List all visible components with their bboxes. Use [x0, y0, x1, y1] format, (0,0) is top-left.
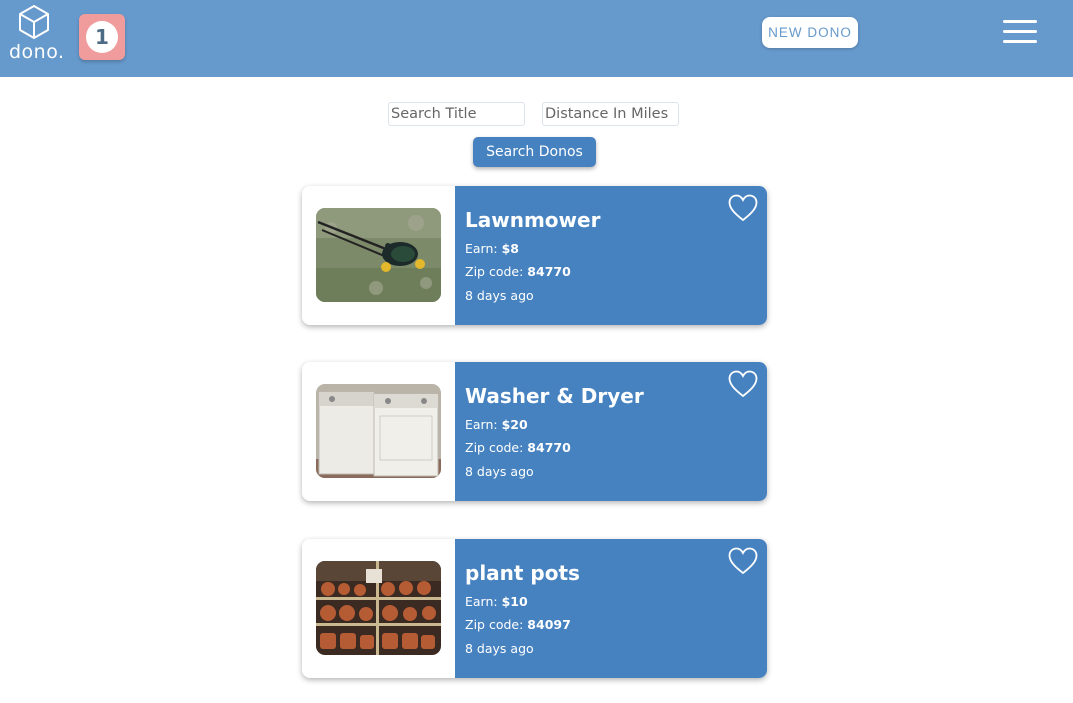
notification-badge[interactable]: 1 [79, 14, 125, 60]
box-icon [19, 5, 49, 39]
dono-earn: Earn: $8 [465, 241, 519, 256]
dono-title: plant pots [465, 561, 580, 585]
notification-count: 1 [86, 21, 118, 53]
zip-value: 84770 [527, 440, 571, 455]
earn-label: Earn: [465, 417, 498, 432]
dono-zip: Zip code: 84097 [465, 617, 571, 632]
search-title-input[interactable] [388, 102, 525, 126]
new-dono-button[interactable]: NEW DONO [762, 17, 858, 48]
dono-photo-washer-dryer[interactable] [316, 384, 441, 478]
dono-details: plant pots Earn: $10 Zip code: 84097 8 d… [455, 539, 767, 678]
earn-value: $8 [501, 241, 520, 256]
dono-card[interactable]: Lawnmower Earn: $8 Zip code: 84770 8 day… [302, 186, 767, 325]
menu-bar [1003, 30, 1037, 33]
top-nav-bar: dono. 1 NEW DONO [0, 0, 1073, 77]
zip-value: 84097 [527, 617, 571, 632]
heart-outline-icon[interactable] [728, 547, 758, 575]
heart-outline-icon[interactable] [728, 370, 758, 398]
heart-outline-icon[interactable] [728, 194, 758, 222]
dono-photo-plant-pots[interactable] [316, 561, 441, 655]
dono-earn: Earn: $20 [465, 417, 528, 432]
dono-photo-lawnmower[interactable] [316, 208, 441, 302]
zip-value: 84770 [527, 264, 571, 279]
zip-label: Zip code: [465, 264, 524, 279]
dono-age: 8 days ago [465, 464, 534, 479]
menu-bar [1003, 40, 1037, 43]
dono-zip: Zip code: 84770 [465, 440, 571, 455]
search-donos-button[interactable]: Search Donos [473, 137, 596, 167]
dono-age: 8 days ago [465, 641, 534, 656]
earn-value: $20 [501, 417, 528, 432]
menu-bar [1003, 20, 1037, 23]
logo-text: dono. [9, 41, 65, 63]
distance-miles-input[interactable] [542, 102, 679, 126]
hamburger-menu-icon[interactable] [1003, 20, 1038, 44]
zip-label: Zip code: [465, 617, 524, 632]
earn-value: $10 [501, 594, 528, 609]
earn-label: Earn: [465, 241, 498, 256]
dono-logo[interactable]: dono. [8, 4, 64, 64]
dono-zip: Zip code: 84770 [465, 264, 571, 279]
dono-title: Lawnmower [465, 208, 601, 232]
dono-details: Lawnmower Earn: $8 Zip code: 84770 8 day… [455, 186, 767, 325]
dono-card[interactable]: plant pots Earn: $10 Zip code: 84097 8 d… [302, 539, 767, 678]
dono-details: Washer & Dryer Earn: $20 Zip code: 84770… [455, 362, 767, 501]
dono-earn: Earn: $10 [465, 594, 528, 609]
earn-label: Earn: [465, 594, 498, 609]
zip-label: Zip code: [465, 440, 524, 455]
dono-title: Washer & Dryer [465, 384, 644, 408]
dono-age: 8 days ago [465, 288, 534, 303]
dono-card[interactable]: Washer & Dryer Earn: $20 Zip code: 84770… [302, 362, 767, 501]
